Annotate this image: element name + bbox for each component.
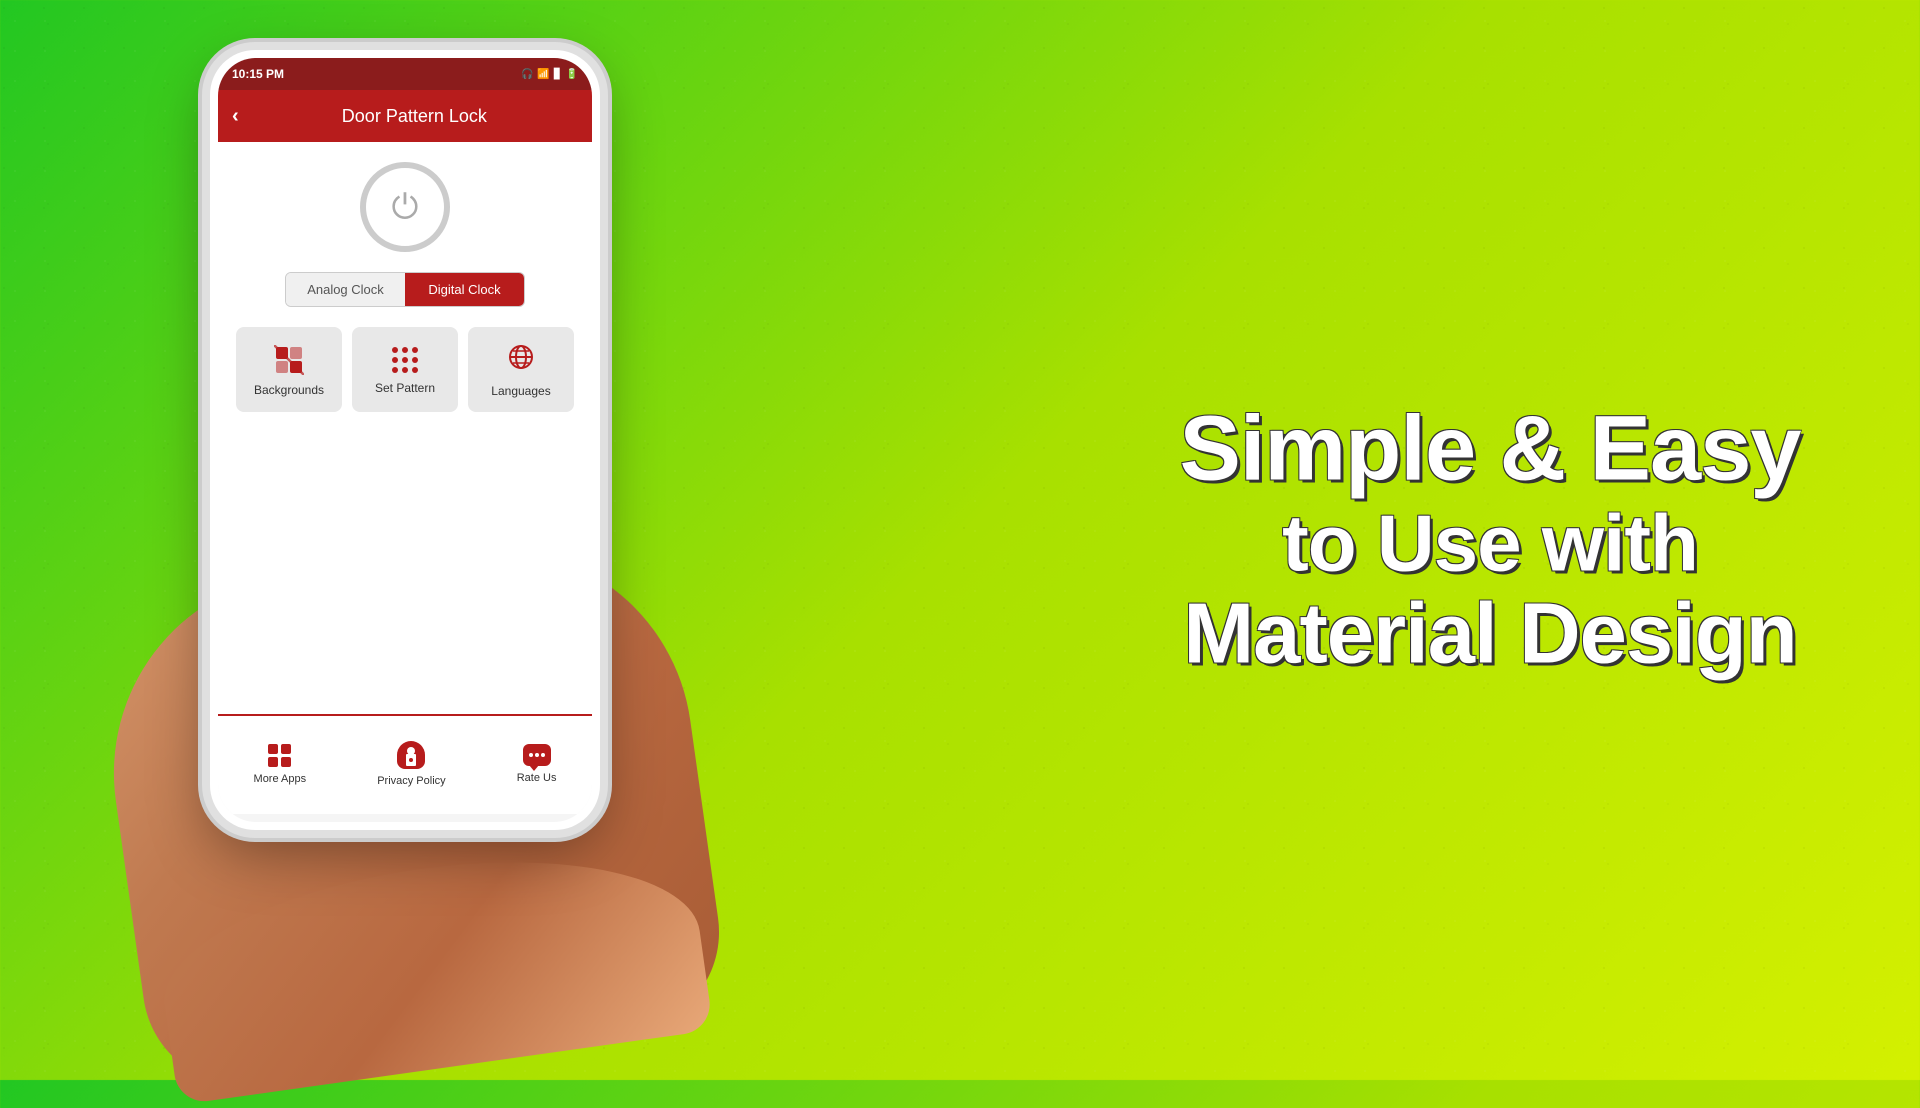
- back-arrow-icon[interactable]: ‹: [232, 105, 239, 128]
- analog-clock-button[interactable]: Analog Clock: [286, 273, 405, 306]
- headline-line3: Material Design: [1140, 588, 1840, 682]
- backgrounds-label: Backgrounds: [254, 383, 324, 397]
- status-bar: 10:15 PM 🎧 📶 ▊ 🔋: [218, 58, 592, 90]
- wifi-icon: 📶: [537, 69, 549, 80]
- power-button[interactable]: ⏻: [360, 162, 450, 252]
- signal-icon: ▊: [554, 69, 562, 80]
- privacy-policy-label: Privacy Policy: [377, 775, 445, 788]
- promo-text: Simple & Easy to Use with Material Desig…: [1140, 399, 1840, 682]
- globe-icon: [507, 343, 535, 376]
- set-pattern-label: Set Pattern: [375, 381, 435, 395]
- headline-line2: to Use with: [1140, 500, 1840, 588]
- more-apps-label: More Apps: [254, 773, 307, 786]
- status-icons: 🎧 📶 ▊ 🔋: [521, 69, 578, 80]
- status-time: 10:15 PM: [232, 67, 284, 81]
- set-pattern-menu-item[interactable]: Set Pattern: [352, 327, 458, 412]
- phone-screen: 10:15 PM 🎧 📶 ▊ 🔋 ‹ Door Pattern Lock: [218, 58, 592, 822]
- battery-icon: 🔋: [566, 69, 578, 80]
- headline: Simple & Easy to Use with Material Desig…: [1140, 399, 1840, 682]
- backgrounds-icon: [274, 345, 304, 375]
- clock-toggle[interactable]: Analog Clock Digital Clock: [285, 272, 525, 307]
- languages-menu-item[interactable]: Languages: [468, 327, 574, 412]
- more-apps-nav-item[interactable]: More Apps: [254, 744, 307, 786]
- bottom-nav: More Apps Privacy Policy: [218, 714, 592, 814]
- rate-us-nav-item[interactable]: Rate Us: [517, 744, 557, 785]
- phone-frame: 10:15 PM 🎧 📶 ▊ 🔋 ‹ Door Pattern Lock: [210, 50, 600, 830]
- headline-line1: Simple & Easy: [1179, 398, 1800, 500]
- app-title: Door Pattern Lock: [251, 106, 578, 127]
- scene: Simple & Easy to Use with Material Desig…: [0, 0, 1920, 1080]
- main-content: ⏻ Analog Clock Digital Clock: [218, 142, 592, 714]
- menu-grid: Backgrounds Set Pattern: [232, 327, 578, 412]
- headset-icon: 🎧: [521, 69, 533, 80]
- power-icon: ⏻: [392, 188, 419, 227]
- backgrounds-menu-item[interactable]: Backgrounds: [236, 327, 342, 412]
- privacy-policy-nav-item[interactable]: Privacy Policy: [377, 741, 445, 788]
- privacy-icon: [397, 741, 425, 769]
- set-pattern-icon: [392, 347, 418, 373]
- languages-label: Languages: [491, 384, 550, 398]
- app-header: ‹ Door Pattern Lock: [218, 90, 592, 142]
- digital-clock-button[interactable]: Digital Clock: [405, 273, 524, 306]
- more-apps-icon: [268, 744, 291, 767]
- phone-container: 10:15 PM 🎧 📶 ▊ 🔋 ‹ Door Pattern Lock: [160, 20, 660, 1040]
- rate-us-icon: [523, 744, 551, 766]
- rate-us-label: Rate Us: [517, 772, 557, 785]
